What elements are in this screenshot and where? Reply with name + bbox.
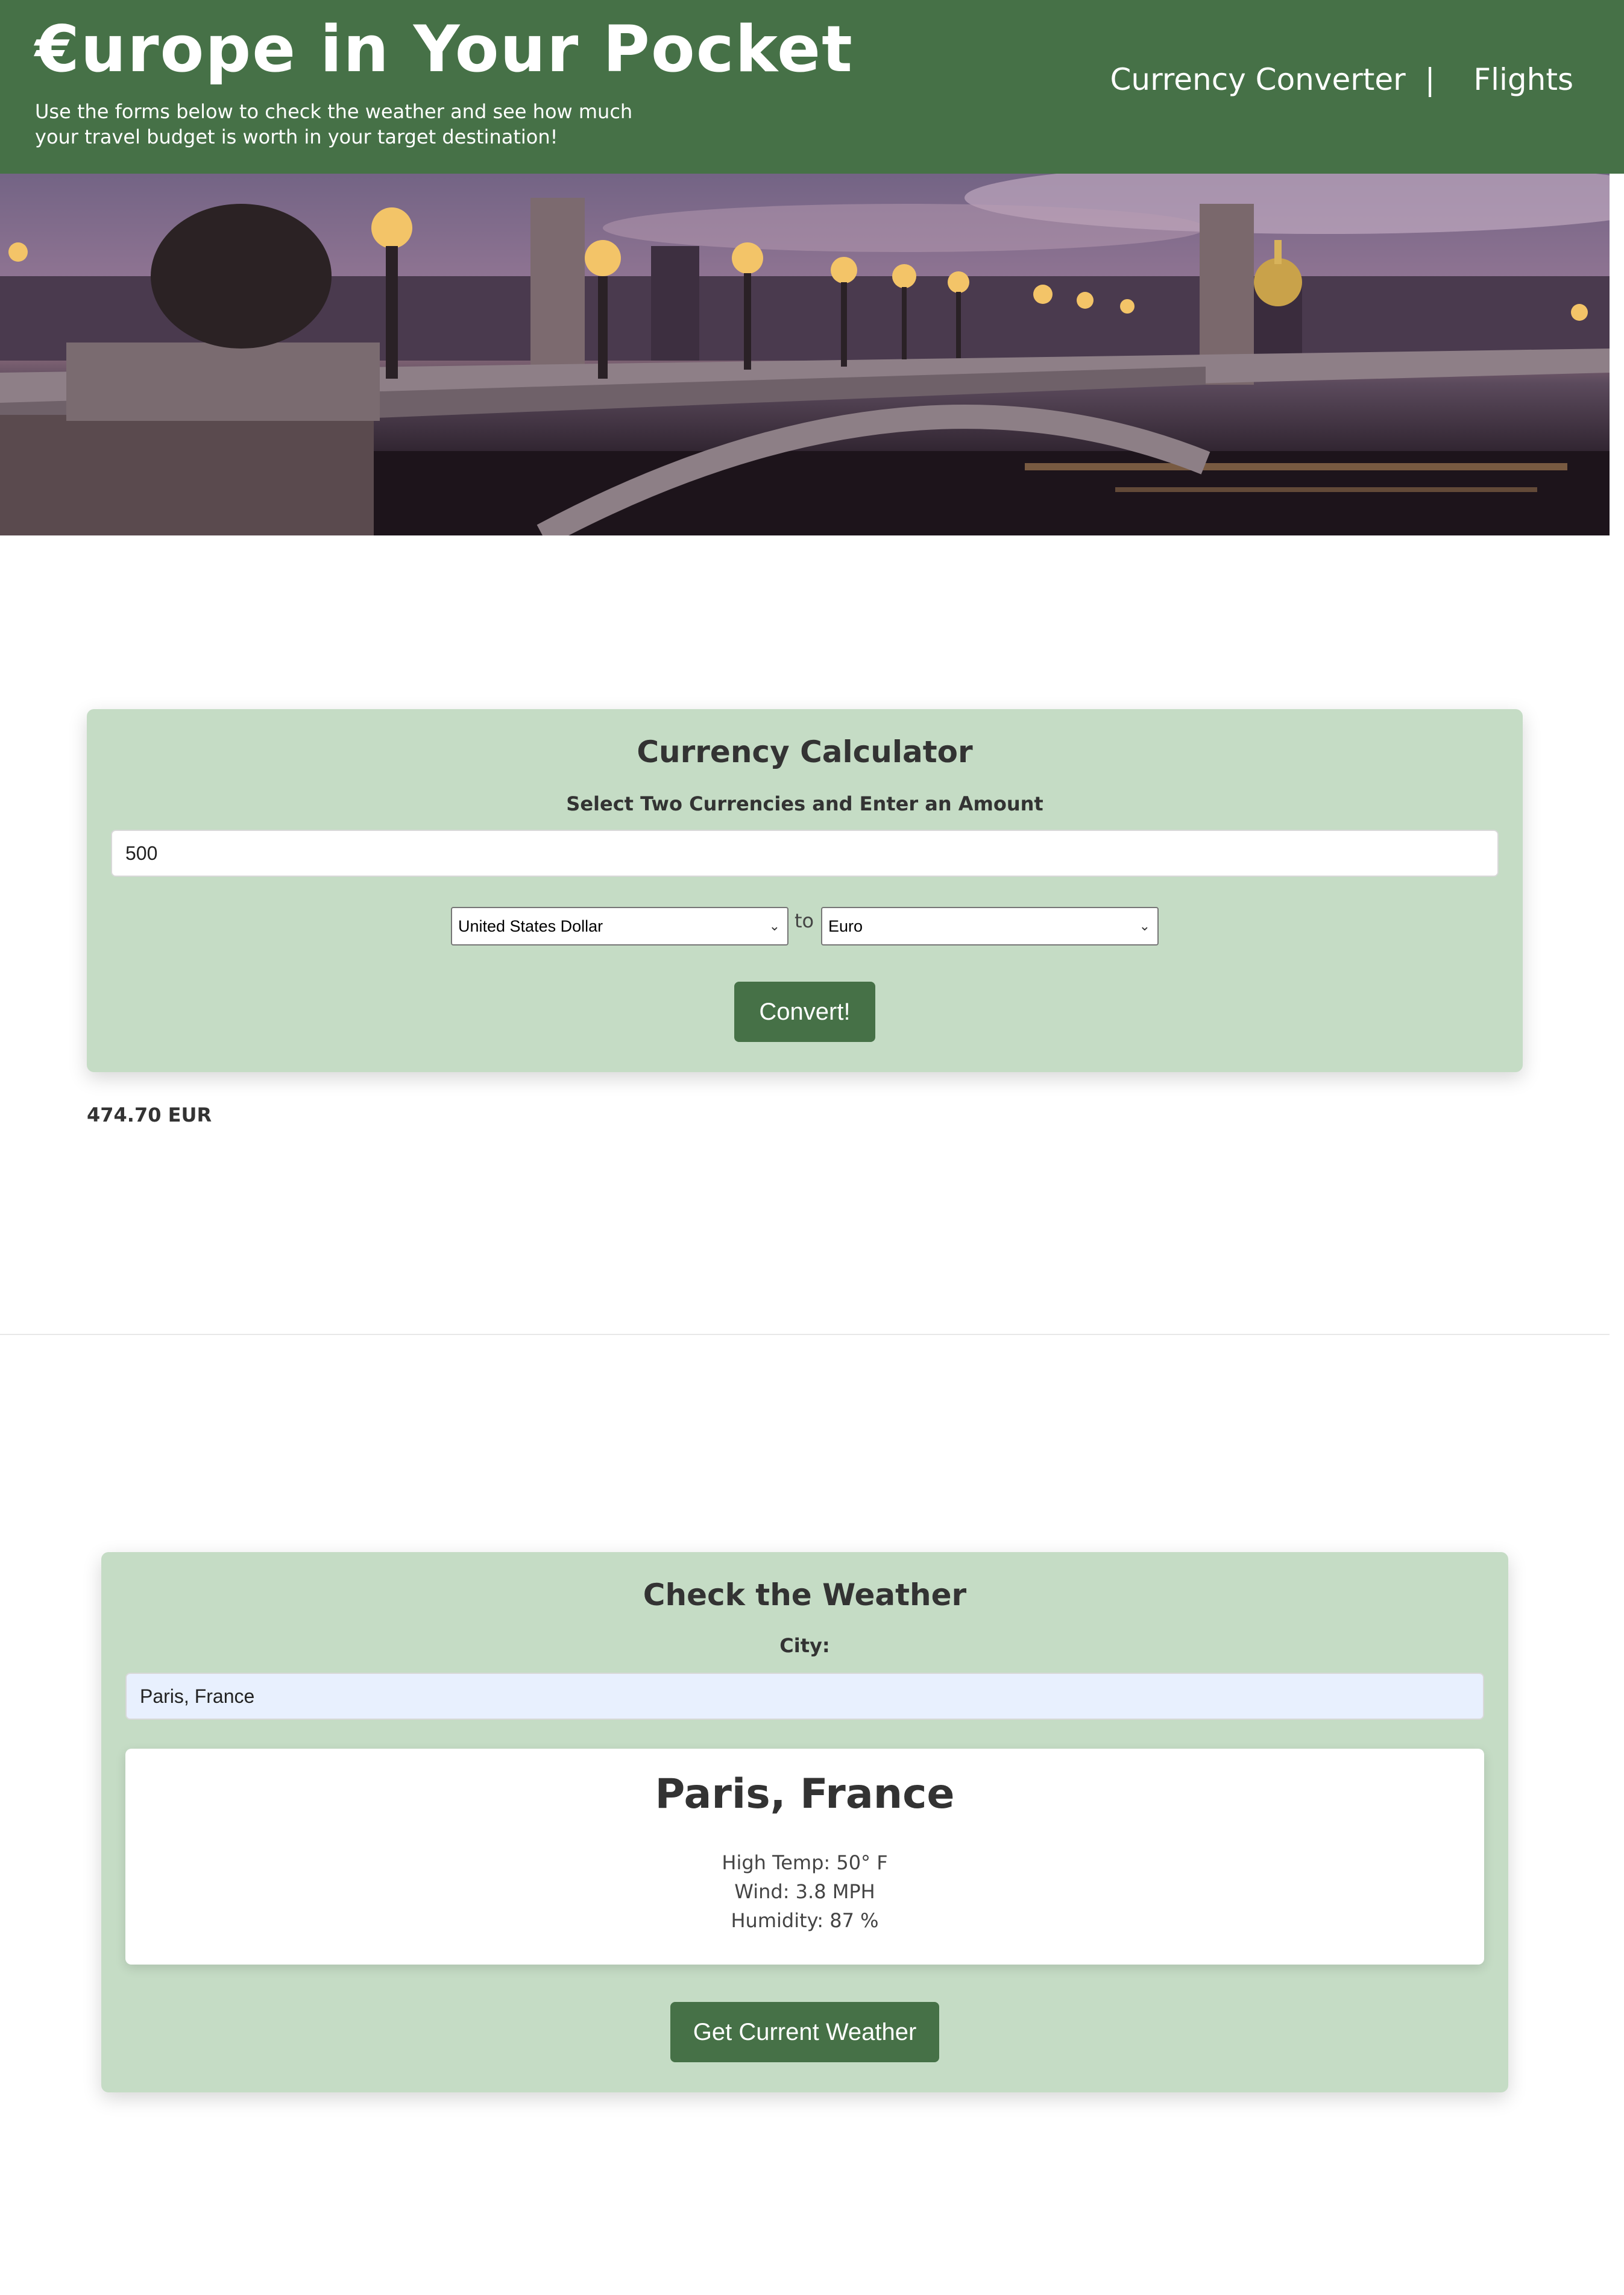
from-currency-select[interactable]: United States Dollar ⌄ xyxy=(451,907,788,945)
high-temp: High Temp: 50° F xyxy=(722,1851,888,1874)
wind: Wind: 3.8 MPH xyxy=(734,1880,875,1903)
from-currency-value: United States Dollar xyxy=(458,917,603,935)
to-label: to xyxy=(795,909,814,932)
nav-flights[interactable]: Flights xyxy=(1473,62,1573,97)
site-title: €urope in Your Pocket xyxy=(35,12,854,86)
convert-button[interactable]: Convert! xyxy=(734,982,875,1042)
city-input[interactable]: Paris, France xyxy=(125,1673,1484,1720)
city-label: City: xyxy=(779,1634,830,1657)
get-weather-button[interactable]: Get Current Weather xyxy=(670,2002,939,2062)
to-currency-value: Euro xyxy=(828,917,863,935)
amount-input[interactable]: 500 xyxy=(111,830,1499,877)
top-nav: Currency Converter | Flights xyxy=(1110,60,1573,99)
chevron-down-icon: ⌄ xyxy=(1139,918,1150,933)
site-tagline: Use the forms below to check the weather… xyxy=(35,100,633,148)
conversion-result: 474.70 EUR xyxy=(87,1103,212,1126)
weather-result-panel: Paris, France High Temp: 50° F Wind: 3.8… xyxy=(125,1749,1484,1965)
site-header: €urope in Your Pocket Use the forms belo… xyxy=(0,0,1624,174)
section-divider xyxy=(0,1334,1610,1335)
weather-result-city: Paris, France xyxy=(655,1770,955,1818)
humidity: Humidity: 87 % xyxy=(731,1909,879,1932)
nav-separator: | xyxy=(1424,62,1435,97)
currency-calculator-card: Currency Calculator Select Two Currencie… xyxy=(87,709,1523,1072)
nav-currency-converter[interactable]: Currency Converter xyxy=(1110,62,1406,97)
bridge-at-dusk-photo xyxy=(0,174,1610,535)
currency-card-subtitle: Select Two Currencies and Enter an Amoun… xyxy=(566,792,1043,815)
chevron-down-icon: ⌄ xyxy=(769,918,780,933)
weather-card-title: Check the Weather xyxy=(643,1577,967,1612)
hero-bridge-image xyxy=(0,174,1610,535)
to-currency-select[interactable]: Euro ⌄ xyxy=(821,907,1159,945)
weather-card: Check the Weather City: Paris, France Pa… xyxy=(101,1552,1508,2092)
currency-card-title: Currency Calculator xyxy=(637,734,973,769)
